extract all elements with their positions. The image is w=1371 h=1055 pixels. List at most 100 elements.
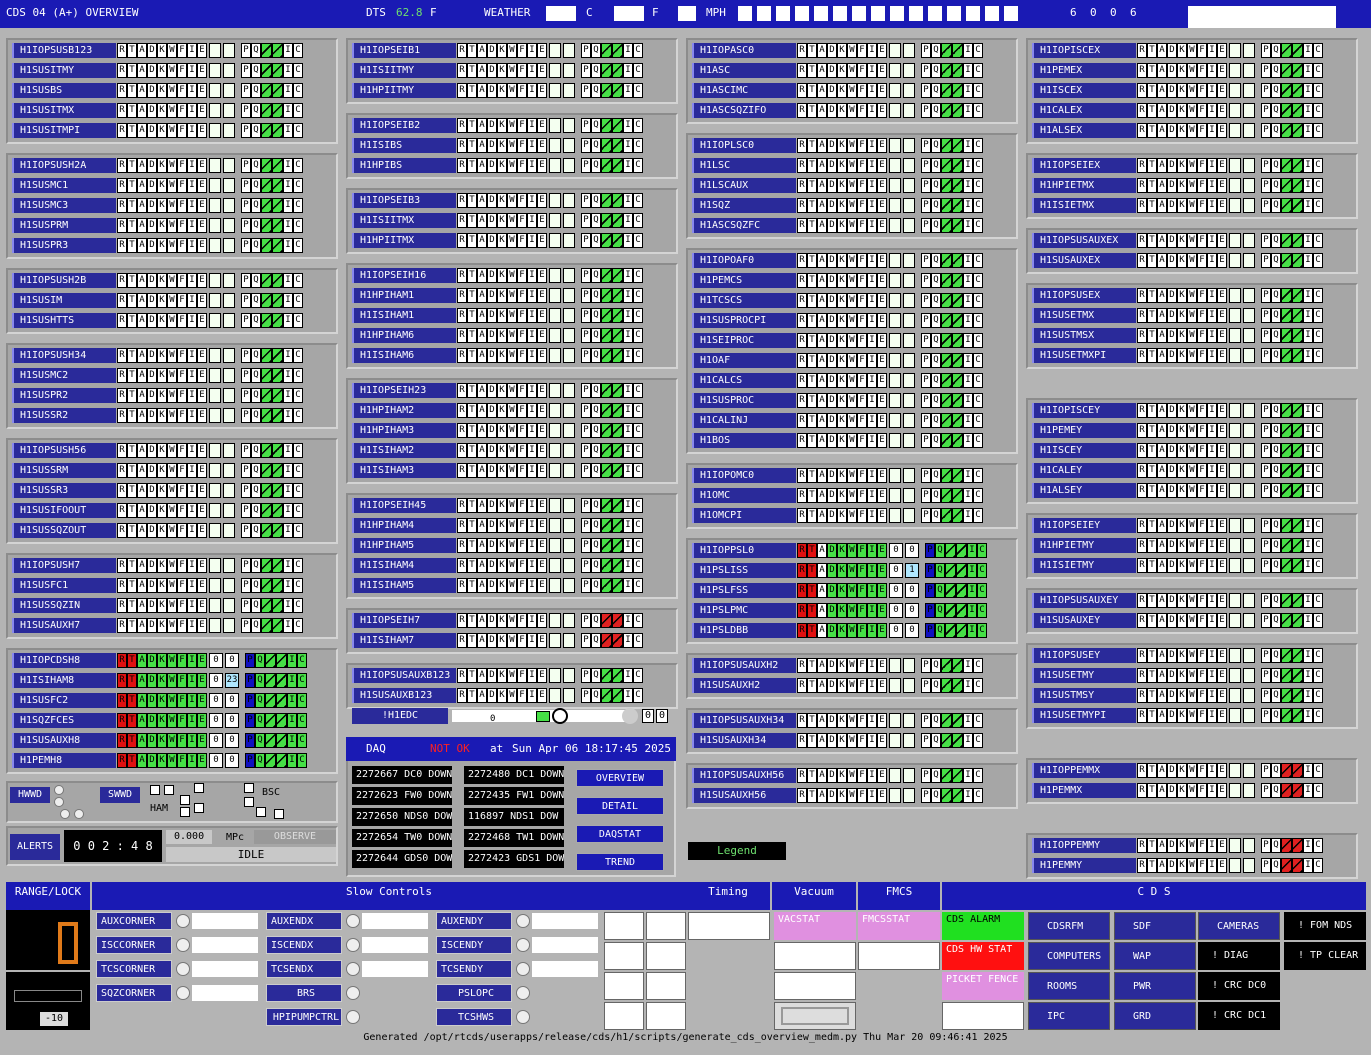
picket-fence-button[interactable]: PICKET FENCE — [942, 972, 1024, 1000]
slow-control-button[interactable]: PSLOPC — [436, 984, 512, 1002]
model-name-button[interactable]: H1PEMH8 — [12, 753, 116, 768]
cds-action-button[interactable]: ! CRC DC0 — [1198, 972, 1280, 1000]
slow-control-button[interactable]: AUXENDY — [436, 912, 512, 930]
model-name-button[interactable]: H1SUSIM — [12, 293, 116, 308]
model-name-button[interactable]: H1IOPSUSH56 — [12, 443, 116, 458]
daq-daqstat-button[interactable]: DAQSTAT — [576, 825, 664, 843]
model-name-button[interactable]: H1IOPSUSH2A — [12, 158, 116, 173]
model-name-button[interactable]: H1ISIITMY — [352, 63, 456, 78]
model-name-button[interactable]: H1PEMEX — [1032, 63, 1136, 78]
swwd-button[interactable]: SWWD — [100, 787, 140, 803]
cds-action-button[interactable]: ! CRC DC1 — [1198, 1002, 1280, 1030]
model-name-button[interactable]: H1IOPSEIH23 — [352, 383, 456, 398]
model-name-button[interactable]: H1ISIETMY — [1032, 558, 1136, 573]
model-name-button[interactable]: H1SUSFC1 — [12, 578, 116, 593]
model-name-button[interactable]: H1SUSAUXEY — [1032, 613, 1136, 628]
model-name-button[interactable]: H1HPIITMX — [352, 233, 456, 248]
model-name-button[interactable]: H1IOPSUSAUXEX — [1032, 233, 1136, 248]
model-name-button[interactable]: H1IOPSEIH16 — [352, 268, 456, 283]
model-name-button[interactable]: H1SUSMC3 — [12, 198, 116, 213]
model-name-button[interactable]: H1SUSAUXH8 — [12, 733, 116, 748]
model-name-button[interactable]: H1IOPSEIB1 — [352, 43, 456, 58]
model-name-button[interactable]: H1SUSMC1 — [12, 178, 116, 193]
model-name-button[interactable]: H1SUSITMPI — [12, 123, 116, 138]
model-name-button[interactable]: H1SUSSRM — [12, 463, 116, 478]
model-name-button[interactable]: H1IOPSUSH2B — [12, 273, 116, 288]
cds-alarm-button[interactable]: CDS ALARM — [942, 912, 1024, 940]
model-name-button[interactable]: H1SUSITMY — [12, 63, 116, 78]
model-name-button[interactable]: H1HPIHAM5 — [352, 538, 456, 553]
model-name-button[interactable]: H1PSLISS — [692, 563, 796, 578]
slow-control-button[interactable]: ISCENDY — [436, 936, 512, 954]
model-name-button[interactable]: H1HPIHAM6 — [352, 328, 456, 343]
model-name-button[interactable]: H1HPIETMX — [1032, 178, 1136, 193]
model-name-button[interactable]: H1SUSPR2 — [12, 388, 116, 403]
model-name-button[interactable]: H1IOPSUSEX — [1032, 288, 1136, 303]
model-name-button[interactable]: H1SUSAUXEX — [1032, 253, 1136, 268]
model-name-button[interactable]: H1IOPSEIEY — [1032, 518, 1136, 533]
model-name-button[interactable]: H1ISIHAM4 — [352, 558, 456, 573]
model-name-button[interactable]: H1PSLPMC — [692, 603, 796, 618]
edc-button[interactable]: !H1EDC — [352, 708, 448, 724]
slow-control-button[interactable]: BRS — [266, 984, 342, 1002]
model-name-button[interactable]: H1CALEY — [1032, 463, 1136, 478]
model-name-button[interactable]: H1IOPSUSAUXH34 — [692, 713, 796, 728]
model-name-button[interactable]: H1SUSITMX — [12, 103, 116, 118]
cds-pwr-button[interactable]: PWR — [1114, 972, 1196, 1000]
model-name-button[interactable]: H1IOPISCEX — [1032, 43, 1136, 58]
model-name-button[interactable]: H1IOPSUSH7 — [12, 558, 116, 573]
alerts-button[interactable]: ALERTS — [10, 834, 60, 860]
cds-action-button[interactable]: ! DIAG RESET — [1198, 942, 1280, 989]
slow-control-button[interactable]: AUXCORNER — [96, 912, 172, 930]
slow-control-button[interactable]: ISCCORNER — [96, 936, 172, 954]
model-name-button[interactable]: H1PSLFSS — [692, 583, 796, 598]
model-name-button[interactable]: H1OMCPI — [692, 508, 796, 523]
model-name-button[interactable]: H1SUSETMX — [1032, 308, 1136, 323]
daq-overview-button[interactable]: OVERVIEW — [576, 769, 664, 787]
model-name-button[interactable]: H1IOPOMC0 — [692, 468, 796, 483]
model-name-button[interactable]: H1ISIHAM5 — [352, 578, 456, 593]
cds-action-button[interactable]: ! TP CLEAR — [1284, 942, 1366, 970]
model-name-button[interactable]: H1IOPPEMMY — [1032, 838, 1136, 853]
model-name-button[interactable]: H1ISIHAM6 — [352, 348, 456, 363]
model-name-button[interactable]: H1SQZ — [692, 198, 796, 213]
cds-cdsrfm-button[interactable]: CDSRFM — [1028, 912, 1110, 940]
model-name-button[interactable]: H1ASCIMC — [692, 83, 796, 98]
model-name-button[interactable]: H1PEMMX — [1032, 783, 1136, 798]
model-name-button[interactable]: H1SUSPRM — [12, 218, 116, 233]
model-name-button[interactable]: H1SUSSR2 — [12, 408, 116, 423]
slow-control-button[interactable]: TCSHWS — [436, 1008, 512, 1026]
model-name-button[interactable]: H1SUSAUXH34 — [692, 733, 796, 748]
model-name-button[interactable]: H1HPIHAM4 — [352, 518, 456, 533]
cds-wap-button[interactable]: WAP — [1114, 942, 1196, 970]
model-name-button[interactable]: H1IOPOAF0 — [692, 253, 796, 268]
model-name-button[interactable]: H1SUSTMSY — [1032, 688, 1136, 703]
model-name-button[interactable]: H1LSCAUX — [692, 178, 796, 193]
model-name-button[interactable]: H1ASCSQZFC — [692, 218, 796, 233]
slow-control-button[interactable]: TCSENDY — [436, 960, 512, 978]
model-name-button[interactable]: H1SUSHTTS — [12, 313, 116, 328]
model-name-button[interactable]: H1TCSCS — [692, 293, 796, 308]
fmcsstat-button[interactable]: FMCSSTAT — [858, 912, 940, 940]
model-name-button[interactable]: H1IOPSUSAUXH2 — [692, 658, 796, 673]
model-name-button[interactable]: H1OMC — [692, 488, 796, 503]
model-name-button[interactable]: H1SUSIFOOUT — [12, 503, 116, 518]
legend-button[interactable]: Legend — [688, 842, 786, 860]
model-name-button[interactable]: H1IOPLSC0 — [692, 138, 796, 153]
model-name-button[interactable]: H1SUSAUXH56 — [692, 788, 796, 803]
model-name-button[interactable]: H1ASC — [692, 63, 796, 78]
model-name-button[interactable]: H1IOPSUSAUXEY — [1032, 593, 1136, 608]
model-name-button[interactable]: H1IOPSUSB123 — [12, 43, 116, 58]
slow-control-button[interactable]: SQZCORNER — [96, 984, 172, 1002]
model-name-button[interactable]: H1ISIHAM8 — [12, 673, 116, 688]
model-name-button[interactable]: H1SUSAUXB123 — [352, 688, 456, 703]
model-name-button[interactable]: H1ALSEY — [1032, 483, 1136, 498]
model-name-button[interactable]: H1PEMCS — [692, 273, 796, 288]
model-name-button[interactable]: H1SUSPROC — [692, 393, 796, 408]
model-name-button[interactable]: H1IOPSEIH45 — [352, 498, 456, 513]
model-name-button[interactable]: H1CALINJ — [692, 413, 796, 428]
model-name-button[interactable]: H1ISIETMX — [1032, 198, 1136, 213]
model-name-button[interactable]: H1IOPSUSAUXH56 — [692, 768, 796, 783]
model-name-button[interactable]: H1SUSTMSX — [1032, 328, 1136, 343]
model-name-button[interactable]: H1IOPISCEY — [1032, 403, 1136, 418]
